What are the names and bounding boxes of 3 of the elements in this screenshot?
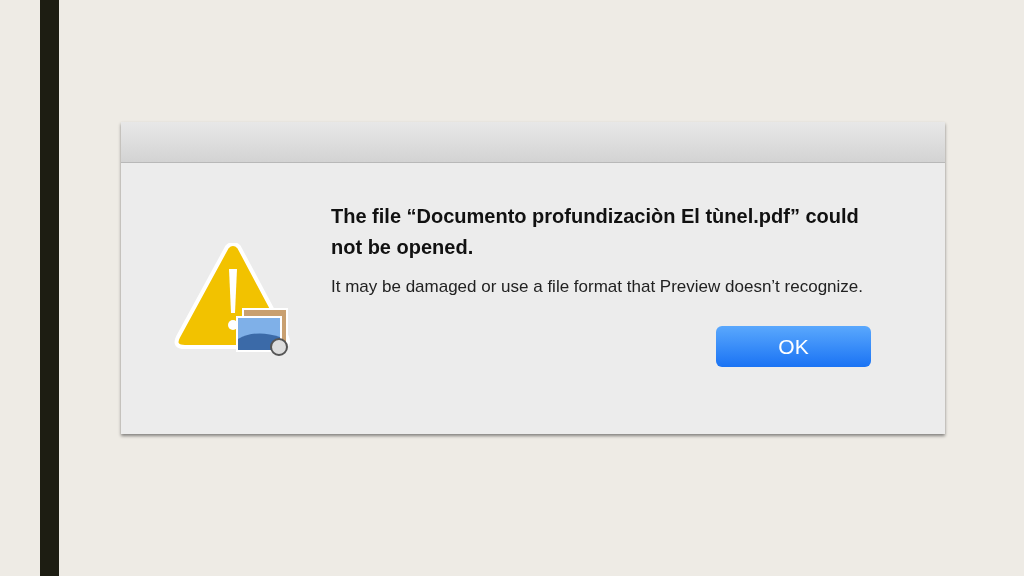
alert-title: The file “Documento profundizaciòn El tùnel.pdf” could not be opened. bbox=[331, 204, 860, 260]
ok-button[interactable]: OK bbox=[716, 326, 871, 367]
alert-message: It may be damaged or use a file format that Preview doesn’t recognize. bbox=[331, 276, 864, 298]
